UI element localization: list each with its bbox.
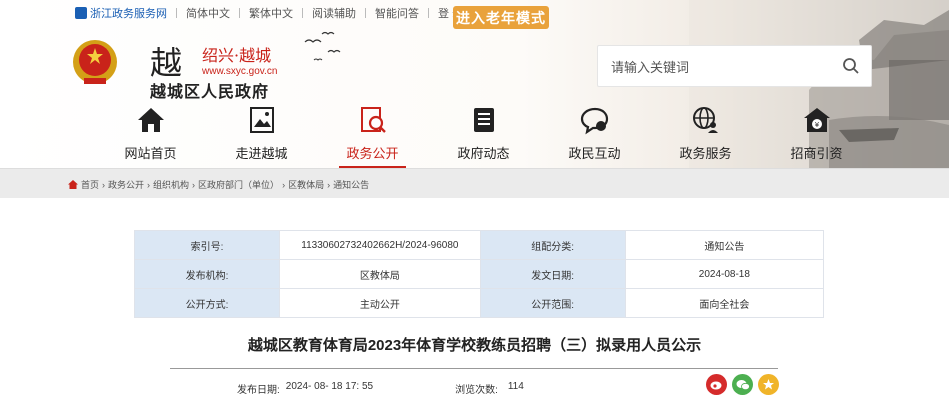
search-icon[interactable] (831, 57, 871, 75)
simplified-chinese-link[interactable]: 简体中文 (186, 5, 230, 21)
mode-label: 公开方式: (133, 288, 281, 318)
divider (176, 8, 177, 18)
breadcrumb-notices[interactable]: 通知公告 (333, 178, 369, 191)
breadcrumb-home[interactable]: 首页 (81, 178, 99, 191)
nav-about-label: 走进越城 (235, 146, 288, 161)
qzone-icon[interactable] (758, 374, 779, 395)
search-box: 请输入关键词 (597, 45, 872, 87)
breadcrumb-separator: › (102, 179, 106, 190)
site-header: 浙江政务服务网 简体中文 繁体中文 阅读辅助 智能问答 登 录 进入老年模式 越… (0, 0, 949, 168)
category-label: 组配分类: (479, 230, 626, 260)
main-nav: 网站首页 走进越城 政务公开 政府动态 政民互动 政务服务 ¥ 招商引资 (95, 105, 875, 168)
divider (239, 8, 240, 18)
globe-user-icon (692, 107, 718, 133)
national-emblem-icon (73, 40, 117, 84)
scope-value: 面向全社会 (624, 288, 825, 318)
logo-city: 绍兴·越城 (202, 46, 272, 65)
svg-text:¥: ¥ (814, 121, 819, 129)
publish-date-label: 发布日期: (237, 385, 280, 396)
news-icon (473, 108, 494, 132)
nav-home[interactable]: 网站首页 (95, 105, 206, 165)
top-links-bar: 浙江政务服务网 简体中文 繁体中文 阅读辅助 智能问答 登 录 (75, 4, 463, 22)
home-icon (68, 180, 78, 189)
site-logo[interactable]: 越 绍兴·越城 www.sxyc.gov.cn 越城区人民政府 (150, 38, 290, 101)
nav-gov-services[interactable]: 政务服务 (650, 105, 761, 165)
reading-aid-link[interactable]: 阅读辅助 (312, 5, 356, 21)
breadcrumb-departments[interactable]: 区政府部门（单位） (198, 178, 279, 191)
org-label: 发布机构: (133, 259, 281, 289)
nav-interaction[interactable]: 政民互动 (539, 105, 650, 165)
publish-info: 发布日期: 2024- 08- 18 17: 55 浏览次数: 114 (237, 381, 524, 396)
views-count: 114 (507, 381, 524, 392)
table-row: 索引号: 11330602732402662H/2024-96080 组配分类:… (133, 230, 825, 260)
picture-icon (249, 107, 274, 133)
views-label: 浏览次数: (455, 385, 498, 396)
traditional-chinese-link[interactable]: 繁体中文 (249, 5, 293, 21)
nav-gov-affairs-open[interactable]: 政务公开 (317, 105, 428, 168)
scope-label: 公开范围: (479, 288, 626, 318)
mode-value: 主动公开 (279, 288, 481, 318)
nav-investment[interactable]: ¥ 招商引资 (761, 105, 872, 165)
money-house-icon: ¥ (803, 108, 830, 132)
publish-date-value: 2024- 08- 18 17: 55 (285, 381, 374, 392)
title-divider (170, 368, 778, 369)
breadcrumb-separator: › (282, 179, 286, 190)
date-value: 2024-08-18 (624, 259, 825, 289)
breadcrumb-separator: › (192, 179, 196, 190)
breadcrumb-bar: 首页 › 政务公开 › 组织机构 › 区政府部门（单位） › 区教体局 › 通知… (0, 168, 949, 198)
breadcrumb-organization[interactable]: 组织机构 (153, 178, 189, 191)
breadcrumb-separator: › (147, 179, 151, 190)
chat-icon (580, 107, 608, 135)
document-search-icon (360, 107, 386, 133)
zhejiang-gov-service-link[interactable]: 浙江政务服务网 (75, 5, 167, 21)
smart-qa-link[interactable]: 智能问答 (375, 5, 419, 21)
wechat-icon[interactable] (732, 374, 753, 395)
table-row: 发布机构: 区教体局 发文日期: 2024-08-18 (133, 259, 825, 289)
nav-gov-news-label: 政府动态 (457, 146, 510, 161)
nav-gov-services-label: 政务服务 (679, 146, 732, 161)
article-title: 越城区教育体育局2023年体育学校教练员招聘（三）拟录用人员公示 (247, 337, 702, 354)
breadcrumb-gov-affairs[interactable]: 政务公开 (108, 178, 144, 191)
divider (365, 8, 366, 18)
search-input[interactable]: 请输入关键词 (598, 57, 831, 76)
weibo-icon[interactable] (706, 374, 727, 395)
org-value: 区教体局 (279, 259, 481, 289)
zhejiang-gov-icon (75, 7, 87, 19)
nav-home-label: 网站首页 (124, 146, 177, 161)
date-label: 发文日期: (479, 259, 626, 289)
nav-interaction-label: 政民互动 (568, 146, 621, 161)
nav-investment-label: 招商引资 (790, 146, 843, 161)
category-value: 通知公告 (624, 230, 825, 260)
logo-url: www.sxyc.gov.cn (202, 66, 278, 77)
nav-gov-news[interactable]: 政府动态 (428, 105, 539, 165)
nav-gov-affairs-label: 政务公开 (346, 146, 399, 161)
home-icon (137, 108, 164, 132)
table-row: 公开方式: 主动公开 公开范围: 面向全社会 (133, 288, 825, 318)
index-label: 索引号: (133, 230, 281, 260)
index-value: 11330602732402662H/2024-96080 (279, 230, 481, 260)
nav-about-yuecheng[interactable]: 走进越城 (206, 105, 317, 165)
divider (428, 8, 429, 18)
elder-mode-button[interactable]: 进入老年模式 (453, 6, 549, 29)
breadcrumb-separator: › (327, 179, 331, 190)
divider (302, 8, 303, 18)
breadcrumb: 首页 › 政务公开 › 组织机构 › 区政府部门（单位） › 区教体局 › 通知… (68, 178, 369, 191)
share-buttons (706, 374, 779, 395)
breadcrumb-education-bureau[interactable]: 区教体局 (288, 178, 324, 191)
logo-site-name: 越城区人民政府 (150, 84, 270, 101)
document-meta-table: 索引号: 11330602732402662H/2024-96080 组配分类:… (133, 230, 825, 318)
birds-decoration (304, 31, 341, 61)
